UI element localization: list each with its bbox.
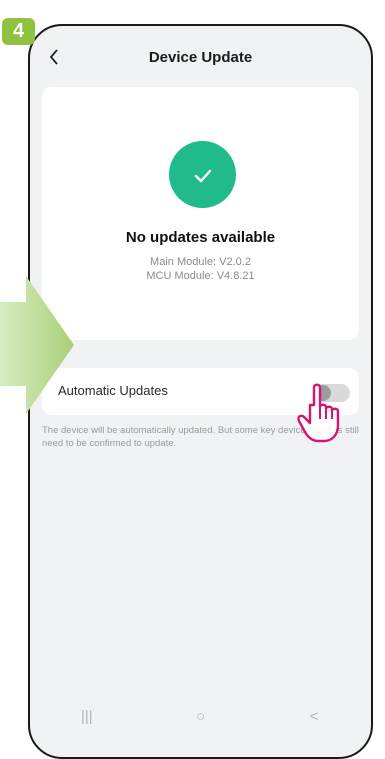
mcu-module-version: MCU Module: V4.8.21 xyxy=(146,270,255,282)
step-badge: 4 xyxy=(2,18,35,45)
pointing-hand-icon xyxy=(296,383,354,450)
recent-apps-button[interactable]: ||| xyxy=(67,708,107,725)
home-button[interactable]: ○ xyxy=(180,708,220,725)
app-header: Device Update xyxy=(30,26,371,88)
main-module-version: Main Module: V2.0.2 xyxy=(150,256,251,268)
update-status-card: No updates available Main Module: V2.0.2… xyxy=(42,87,359,340)
page-title: Device Update xyxy=(148,48,253,66)
arrow-right-icon xyxy=(0,276,74,419)
chevron-left-icon[interactable] xyxy=(44,46,64,68)
system-nav-bar: ||| ○ < xyxy=(30,696,371,736)
nav-back-button[interactable]: < xyxy=(294,708,334,725)
status-title: No updates available xyxy=(125,229,276,246)
automatic-updates-label: Automatic Updates xyxy=(58,383,168,398)
check-circle-icon xyxy=(169,141,236,208)
